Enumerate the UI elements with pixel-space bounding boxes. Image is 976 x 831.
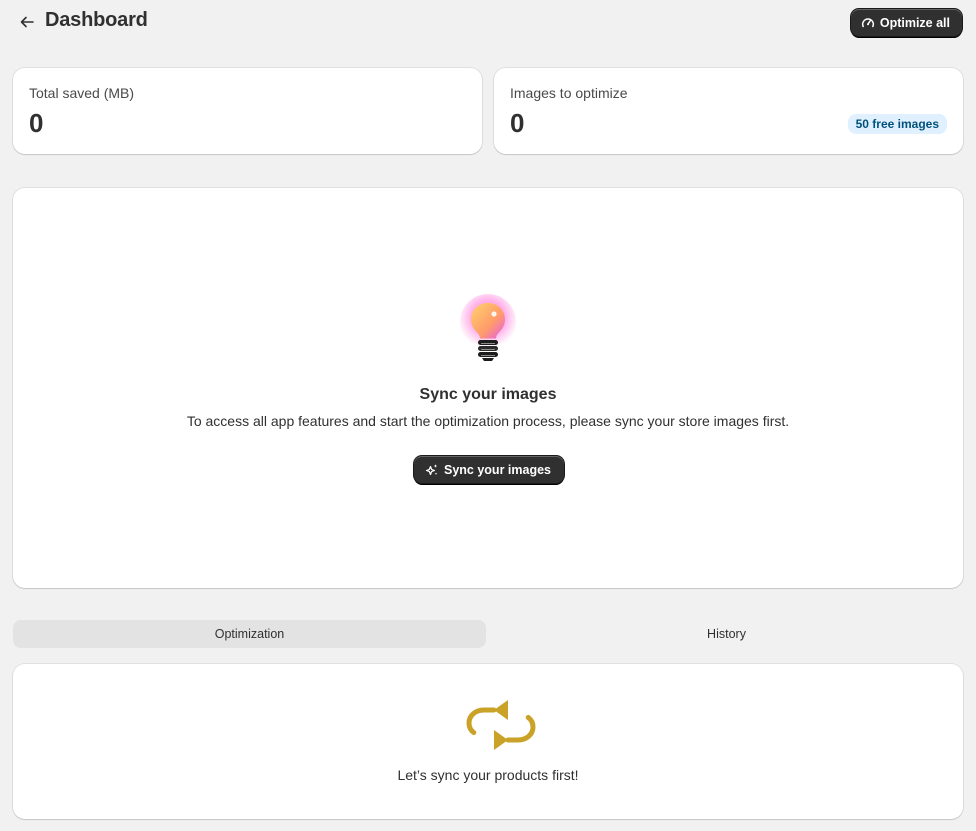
empty-state-text: Let’s sync your products first!: [397, 767, 579, 783]
empty-state-card: Let’s sync your products first!: [13, 664, 963, 819]
stat-value: 0: [29, 108, 44, 138]
sync-arrows-icon: [466, 700, 536, 750]
stat-card-images-to-optimize: Images to optimize 0 50 free images: [494, 68, 963, 154]
optimize-all-label: Optimize all: [879, 15, 950, 30]
sync-images-button[interactable]: Sync your images: [414, 456, 564, 483]
free-images-badge: 50 free images: [847, 114, 947, 134]
tabs: Optimization History: [13, 620, 963, 648]
lightbulb-icon: [460, 294, 516, 361]
stat-value: 0: [510, 108, 525, 138]
arrow-left-icon: [20, 16, 34, 28]
gauge-icon: [861, 17, 874, 27]
sync-title: Sync your images: [419, 386, 557, 403]
page-header: Dashboard Optimize all: [0, 0, 976, 44]
stat-label: Total saved (MB): [29, 85, 135, 101]
stat-label: Images to optimize: [510, 85, 628, 101]
sync-card: Sync your images To access all app featu…: [13, 188, 963, 588]
tab-history[interactable]: History: [490, 620, 963, 648]
sparkle-icon: [425, 463, 438, 475]
tab-optimization[interactable]: Optimization: [13, 620, 486, 648]
sync-images-label: Sync your images: [444, 462, 551, 477]
back-button[interactable]: [14, 10, 40, 34]
stat-card-total-saved: Total saved (MB) 0: [13, 68, 482, 154]
page-title: Dashboard: [45, 9, 148, 31]
optimize-all-button[interactable]: Optimize all: [850, 9, 962, 36]
sync-description: To access all app features and start the…: [186, 413, 790, 429]
